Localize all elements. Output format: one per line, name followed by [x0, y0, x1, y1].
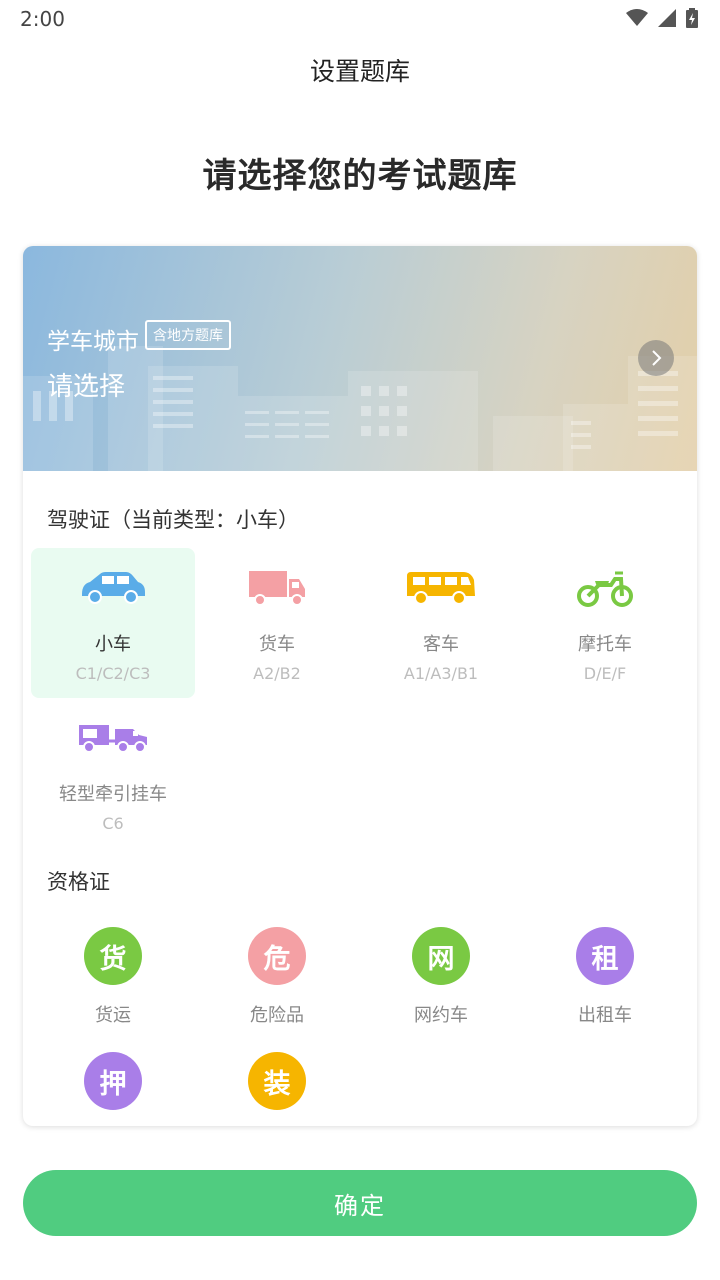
license-option-trailer[interactable]: 轻型牵引挂车 C6 [31, 698, 195, 848]
certificate-section-title: 资格证 [47, 870, 110, 894]
license-name: 轻型牵引挂车 [59, 784, 167, 805]
wifi-icon [626, 9, 648, 31]
license-name: 货车 [259, 634, 295, 655]
certificate-name: 出租车 [578, 1005, 632, 1026]
certificate-option-ride-hailing[interactable]: 网 网约车 [359, 927, 523, 1047]
license-code: A2/B2 [253, 664, 301, 683]
status-bar: 2:00 [0, 0, 720, 38]
license-name: 摩托车 [578, 634, 632, 655]
loading-icon: 装 [248, 1052, 306, 1110]
license-option-motorcycle[interactable]: 摩托车 D/E/F [523, 548, 687, 698]
ride-hailing-icon: 网 [412, 927, 470, 985]
trailer-icon [31, 716, 195, 760]
license-name: 客车 [423, 634, 459, 655]
question-bank-card: 学车城市 含地方题库 请选择 驾驶证（当前类型：小车） 小车 C1/C2/C3 [23, 246, 697, 1126]
local-bank-badge: 含地方题库 [145, 320, 231, 350]
certificate-option-freight[interactable]: 货 货运 [31, 927, 195, 1047]
bus-icon [359, 566, 523, 610]
taxi-icon: 租 [576, 927, 634, 985]
certificate-option-loading[interactable]: 装 [195, 1052, 359, 1126]
confirm-button[interactable]: 确定 [23, 1170, 697, 1236]
headline: 请选择您的考试题库 [202, 156, 518, 196]
signal-icon [658, 9, 676, 31]
certificate-option-hazmat[interactable]: 危 危险品 [195, 927, 359, 1047]
city-selector-banner[interactable]: 学车城市 含地方题库 请选择 [23, 246, 697, 471]
hazmat-icon: 危 [248, 927, 306, 985]
escort-icon: 押 [84, 1052, 142, 1110]
license-option-car[interactable]: 小车 C1/C2/C3 [31, 548, 195, 698]
chevron-right-icon[interactable] [638, 340, 674, 376]
city-value: 请选择 [47, 372, 126, 402]
license-code: A1/A3/B1 [403, 664, 479, 683]
license-option-truck[interactable]: 货车 A2/B2 [195, 548, 359, 698]
city-label: 学车城市 [47, 329, 139, 355]
certificate-name: 危险品 [250, 1005, 304, 1026]
car-icon [31, 566, 195, 610]
city-skyline-illustration [23, 346, 697, 471]
certificate-option-taxi[interactable]: 租 出租车 [523, 927, 687, 1047]
license-section-title: 驾驶证（当前类型：小车） [47, 508, 299, 532]
certificate-name: 货运 [95, 1005, 131, 1026]
status-time: 2:00 [20, 7, 65, 31]
license-code: C1/C2/C3 [75, 664, 151, 683]
license-name: 小车 [95, 634, 131, 655]
truck-icon [195, 566, 359, 610]
freight-icon: 货 [84, 927, 142, 985]
page-title: 设置题库 [309, 57, 410, 86]
certificate-option-escort[interactable]: 押 [31, 1052, 195, 1126]
license-code: D/E/F [583, 664, 627, 683]
status-icons [626, 8, 698, 32]
license-code: C6 [102, 814, 124, 833]
battery-icon [686, 8, 698, 32]
motorcycle-icon [523, 566, 687, 610]
license-option-bus[interactable]: 客车 A1/A3/B1 [359, 548, 523, 698]
certificate-name: 网约车 [414, 1005, 468, 1026]
